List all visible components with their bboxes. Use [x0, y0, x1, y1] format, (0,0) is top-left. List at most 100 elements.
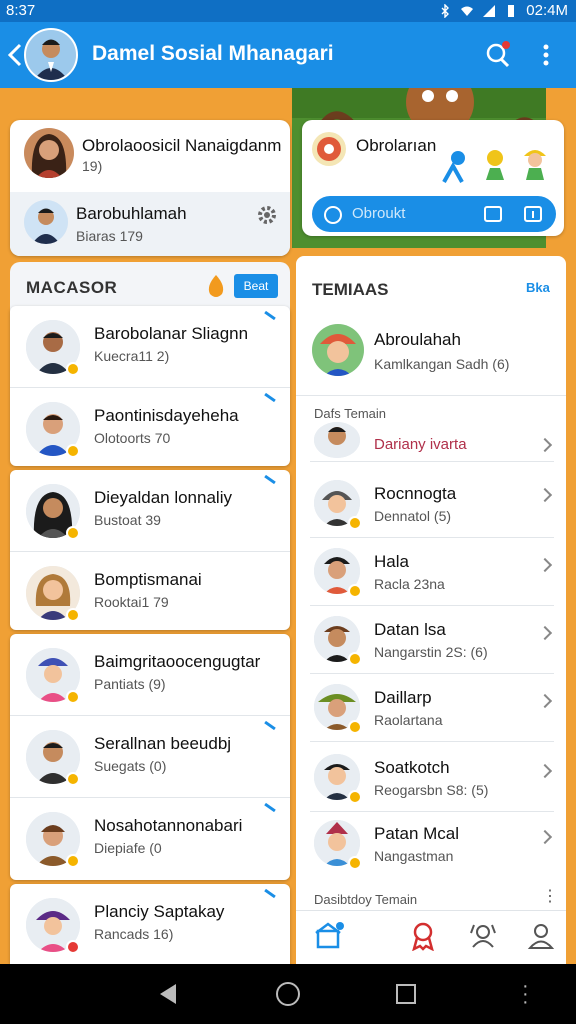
- pin-mark-icon: [264, 392, 276, 403]
- team-row[interactable]: Daillarp Raolartana: [310, 674, 554, 742]
- verified-badge-icon: [348, 720, 362, 734]
- list-item[interactable]: Planciy Saptakay Rancads 16): [10, 884, 290, 964]
- nav-recents-icon[interactable]: [396, 984, 416, 1004]
- chevron-right-icon: [537, 829, 553, 845]
- team-name: Dariany ivarta: [374, 436, 467, 453]
- teams-title: TEMIAAS: [312, 280, 389, 299]
- nav-more-icon[interactable]: · · ·: [522, 976, 529, 1012]
- list-item[interactable]: Nosahotannonabari Diepiafe (0: [10, 798, 290, 880]
- member-sub: Rooktai1 79: [94, 594, 169, 610]
- nav-home-icon[interactable]: [276, 982, 300, 1006]
- more-dots-icon[interactable]: ⋮: [542, 886, 558, 906]
- team-sub: Racla 23na: [374, 576, 445, 592]
- list-item[interactable]: Baimgritaoocengugtar Pantiats (9): [10, 634, 290, 716]
- team-name: Daillarp: [374, 688, 432, 707]
- list-item[interactable]: Paontinisdayeheha Olotoorts 70: [10, 388, 290, 466]
- member-sub: Diepiafe (0: [94, 840, 162, 856]
- list-item[interactable]: Dieyaldan lonnaliy Bustoat 39: [10, 470, 290, 552]
- chevron-right-icon: [537, 487, 553, 503]
- group-search-bar[interactable]: Obroukt: [312, 196, 556, 232]
- chevron-right-icon: [537, 437, 553, 453]
- member-name: Dieyaldan lonnaliy: [94, 488, 232, 507]
- list-group-3: Baimgritaoocengugtar Pantiats (9) Serall…: [10, 634, 290, 880]
- signal-icon: [483, 4, 496, 17]
- home-badge-icon[interactable]: [314, 921, 344, 951]
- box-icon[interactable]: [482, 203, 504, 225]
- member-sub: Rancads 16): [94, 926, 174, 942]
- verified-badge-icon: [66, 362, 80, 376]
- pin-mark-icon: [264, 474, 276, 485]
- wifi-icon: [461, 6, 474, 16]
- user-name: Obrolaoosicil Nanaigdanm: [82, 136, 282, 155]
- left-section-button[interactable]: Beat: [234, 274, 278, 298]
- teams-header: TEMIAAS Bka: [296, 256, 566, 316]
- chevron-right-icon: [537, 557, 553, 573]
- list-item[interactable]: Bomptismanai Rooktai1 79: [10, 552, 290, 630]
- list-item[interactable]: Serallnan beeudbj Suegats (0): [10, 716, 290, 798]
- teams-section-label: Dafs Temain: [314, 406, 387, 421]
- secondary-user-row[interactable]: Barobuhlamah Biaras 179: [10, 192, 290, 256]
- team-name: Hala: [374, 552, 409, 571]
- pin-mark-icon: [264, 720, 276, 731]
- status-time: 8:37: [6, 2, 36, 19]
- member-sub: Suegats (0): [94, 758, 167, 774]
- chevron-right-icon: [537, 763, 553, 779]
- group-logo-icon: [312, 132, 346, 166]
- list-item[interactable]: Barobolanar Sliagnn Kuecra11 2): [10, 306, 290, 388]
- pin-mark-icon: [264, 888, 276, 899]
- character-hat-icon: [520, 144, 550, 180]
- featured-sub: Kamlkangan Sadh (6): [374, 356, 510, 372]
- teams-panel: TEMIAAS Bka Abroulahah Kamlkangan Sadh (…: [296, 256, 566, 964]
- team-row[interactable]: Dariany ivarta: [310, 422, 554, 462]
- member-name: Paontinisdayeheha: [94, 406, 239, 425]
- featured-member[interactable]: Abroulahah Kamlkangan Sadh (6): [296, 316, 566, 396]
- secondary-avatar: [24, 200, 68, 244]
- nav-back-icon[interactable]: [160, 984, 176, 1004]
- member-name: Serallnan beeudbj: [94, 734, 232, 753]
- status-clock-right: 02:4M: [526, 2, 568, 19]
- current-user-row[interactable]: Obrolaoosicil Nanaigdanm 19): [10, 120, 290, 190]
- team-row[interactable]: Hala Racla 23na: [310, 538, 554, 606]
- verified-badge-icon: [348, 516, 362, 530]
- secondary-sub: Biaras 179: [76, 228, 143, 244]
- award-ribbon-icon[interactable]: [408, 921, 438, 952]
- chevron-right-icon: [537, 693, 553, 709]
- character-green-icon: [480, 146, 510, 182]
- profile-avatar[interactable]: [24, 28, 78, 82]
- member-sub: Olotoorts 70: [94, 430, 171, 446]
- group-search-placeholder: Obroukt: [352, 205, 406, 222]
- member-name: Baimgritaoocengugtar: [94, 652, 261, 671]
- team-name: Soatkotch: [374, 758, 450, 777]
- flame-icon: [206, 274, 226, 300]
- verified-badge-icon: [348, 856, 362, 870]
- profile-icon[interactable]: [526, 921, 556, 951]
- featured-avatar: [312, 324, 364, 376]
- team-row[interactable]: Datan lsa Nangarstin 2S: (6): [310, 606, 554, 674]
- team-row[interactable]: Soatkotch Reogarsbn S8: (5): [310, 742, 554, 812]
- alert-badge-icon: [66, 940, 80, 954]
- verified-badge-icon: [66, 608, 80, 622]
- member-name: Nosahotannonabari: [94, 816, 243, 835]
- team-avatar: [314, 422, 360, 458]
- pin-mark-icon: [264, 802, 276, 813]
- user-group-icon[interactable]: [468, 921, 498, 951]
- info-icon[interactable]: [522, 203, 544, 225]
- member-sub: Kuecra11 2): [94, 348, 170, 364]
- gear-icon[interactable]: [256, 204, 278, 226]
- bottom-tab-bar: [296, 910, 566, 964]
- search-user-icon[interactable]: [482, 40, 512, 70]
- team-sub: Raolartana: [374, 712, 443, 728]
- team-row[interactable]: Rocnnogta Dennatol (5): [310, 466, 554, 538]
- team-sub: Reogarsbn S8: (5): [374, 782, 489, 798]
- back-arrow-icon[interactable]: [6, 42, 26, 68]
- user-sub: 19): [82, 158, 103, 174]
- verified-badge-icon: [66, 854, 80, 868]
- more-vertical-icon[interactable]: [536, 40, 556, 70]
- team-row[interactable]: Patan Mcal Nangastman: [310, 812, 554, 878]
- team-sub: Nangastman: [374, 848, 454, 864]
- verified-badge-icon: [348, 652, 362, 666]
- featured-name: Abroulahah: [374, 330, 461, 349]
- app-title: Damel Sosial Mhanagari: [92, 42, 334, 65]
- teams-link[interactable]: Bka: [526, 280, 550, 295]
- battery-icon: [508, 4, 515, 17]
